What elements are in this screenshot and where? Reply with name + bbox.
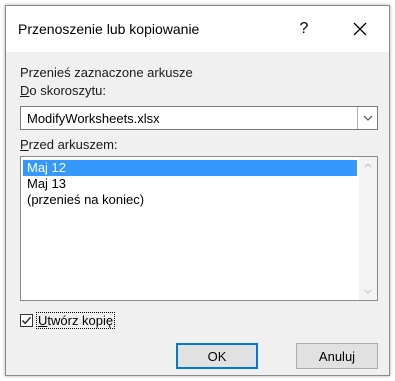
ok-button[interactable]: OK [176,343,258,369]
close-icon [353,22,367,36]
to-book-dropdown[interactable]: ModifyWorksheets.xlsx [20,106,378,130]
chevron-down-icon [363,115,372,121]
before-sheet-label: Przed arkuszem: [20,137,118,152]
to-book-value: ModifyWorksheets.xlsx [27,111,160,126]
before-sheet-listbox[interactable]: Maj 12 Maj 13 (przenieś na koniec) [20,156,378,301]
title-bar: Przenoszenie lub kopiowanie ? [6,6,389,52]
list-scrollbar[interactable] [359,157,377,300]
scroll-down-button[interactable] [359,283,377,300]
create-copy-label[interactable]: Utwórz kopię [35,311,116,329]
list-item[interactable]: (przenieś na koniec) [23,192,357,208]
chevron-up-icon [364,163,372,168]
close-button[interactable] [343,13,377,45]
create-copy-option[interactable]: Utwórz kopię [20,311,116,329]
cancel-button[interactable]: Anuluj [296,343,378,369]
list-item[interactable]: Maj 12 [23,160,357,176]
list-item[interactable]: Maj 13 [23,176,357,192]
dropdown-arrow-button[interactable] [357,107,377,129]
dialog-title: Przenoszenie lub kopiowanie [18,21,200,37]
move-selected-sheets-label: Przenieś zaznaczone arkusze [20,65,193,80]
to-book-label: Do skoroszytu: [20,83,106,98]
checkmark-icon [21,316,32,324]
create-copy-checkbox[interactable] [20,313,33,327]
move-copy-dialog: Przenoszenie lub kopiowanie ? Przenieś z… [5,5,390,376]
help-button[interactable]: ? [289,13,319,45]
chevron-down-icon [364,289,372,294]
scroll-up-button[interactable] [359,157,377,174]
